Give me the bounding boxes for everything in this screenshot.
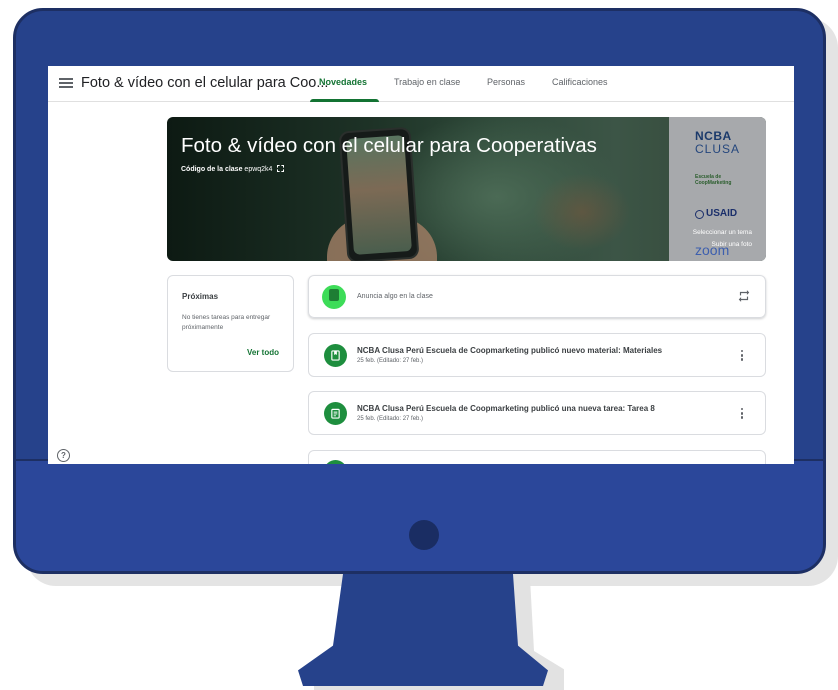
post-date: 25 feb. (Editado: 27 feb.): [357, 416, 424, 422]
class-avatar: [322, 285, 346, 309]
upcoming-title: Próximas: [182, 292, 219, 301]
monitor-chin: [16, 459, 823, 571]
class-banner: Foto & vídeo con el celular para Coopera…: [167, 117, 766, 261]
upload-photo-link[interactable]: Subir una foto: [712, 241, 752, 248]
help-icon[interactable]: ?: [57, 449, 70, 462]
repost-icon[interactable]: [737, 289, 751, 303]
classroom-screen: Foto & vídeo con el celular para Coo... …: [48, 66, 794, 464]
class-title[interactable]: Foto & vídeo con el celular para Coo...: [81, 75, 328, 91]
assignment-icon: [324, 402, 347, 425]
class-code-label: Código de la clase: [181, 166, 243, 173]
sponsor-logos: NCBA CLUSA Escuela de CoopMarketing USAI…: [669, 117, 766, 261]
clusa-logo: CLUSA: [695, 142, 741, 156]
tab-personas[interactable]: Personas: [487, 77, 525, 87]
class-code-value: epwq2k4: [244, 166, 273, 173]
more-options-icon[interactable]: [740, 408, 744, 421]
top-bar: Foto & vídeo con el celular para Coo... …: [48, 66, 794, 102]
select-theme-link[interactable]: Seleccionar un tema: [693, 229, 752, 236]
banner-title: Foto & vídeo con el celular para Coopera…: [181, 134, 597, 157]
escuela-logo: Escuela de CoopMarketing: [695, 174, 732, 186]
post-title: NCBA Clusa Perú Escuela de Coopmarketing…: [357, 346, 663, 355]
post-title: NCBA Clusa Perú Escuela de Coopmarketing…: [357, 404, 655, 413]
hamburger-menu-icon[interactable]: [59, 76, 73, 90]
active-tab-indicator: [310, 99, 379, 102]
announce-box[interactable]: Anuncia algo en la clase: [308, 275, 766, 318]
post-icon: [324, 460, 347, 464]
view-all-link[interactable]: Ver todo: [247, 348, 279, 357]
more-options-icon[interactable]: [740, 350, 744, 363]
tab-novedades[interactable]: Novedades: [319, 77, 367, 87]
fullscreen-icon[interactable]: [277, 165, 285, 172]
usaid-logo: USAID: [706, 208, 738, 219]
material-icon: [324, 344, 347, 367]
upcoming-text: No tienes tareas para entregar próximame…: [182, 314, 271, 331]
stream-post-partial[interactable]: [308, 450, 766, 464]
monitor-button: [409, 520, 439, 550]
announce-placeholder: Anuncia algo en la clase: [357, 293, 433, 300]
ncba-logo: NCBA: [695, 129, 732, 143]
stream-post[interactable]: NCBA Clusa Perú Escuela de Coopmarketing…: [308, 391, 766, 435]
tab-trabajo-en-clase[interactable]: Trabajo en clase: [394, 77, 460, 87]
usaid-seal-icon: [695, 210, 704, 219]
upcoming-card: Próximas No tienes tareas para entregar …: [167, 275, 294, 372]
class-code-row: Código de la clase epwq2k4: [181, 165, 285, 173]
tab-calificaciones[interactable]: Calificaciones: [552, 77, 608, 87]
monitor-stand: [298, 574, 548, 686]
post-date: 25 feb. (Editado: 27 feb.): [357, 358, 424, 364]
stream-post[interactable]: NCBA Clusa Perú Escuela de Coopmarketing…: [308, 333, 766, 377]
